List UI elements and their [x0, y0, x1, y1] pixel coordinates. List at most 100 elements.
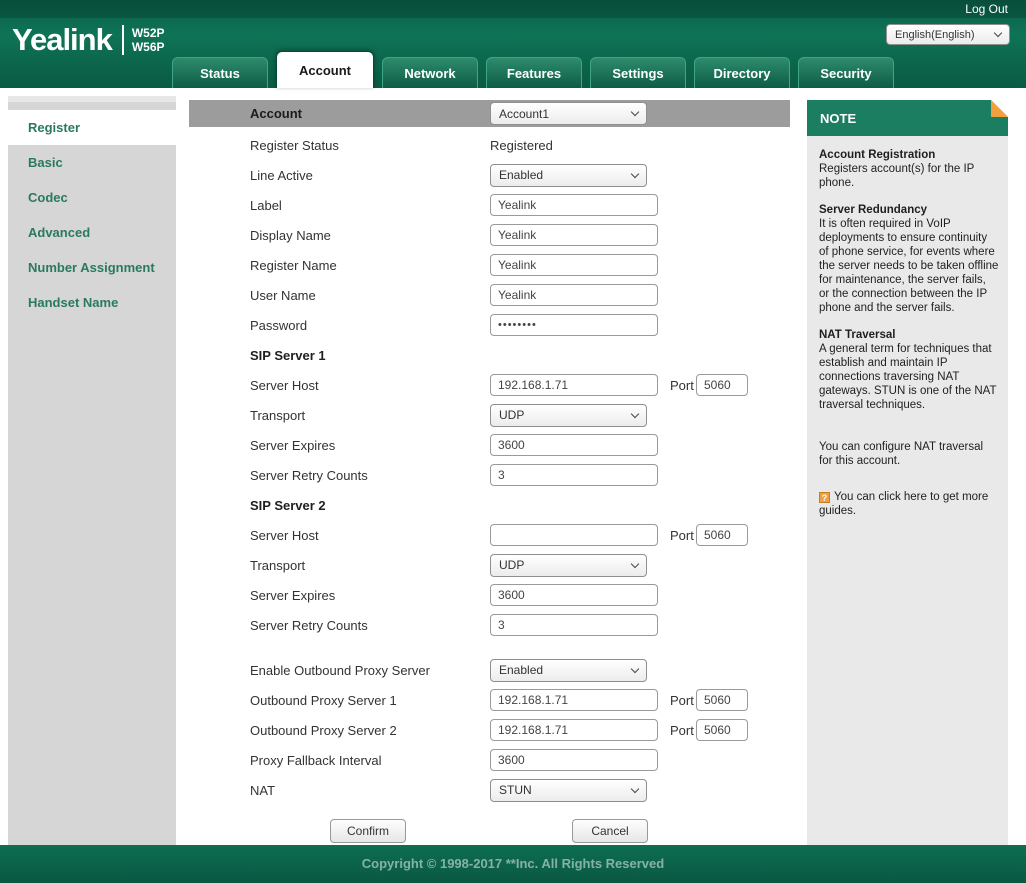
- transport-select-value: UDP: [499, 558, 524, 572]
- chevron-down-icon: [631, 664, 639, 672]
- line-active-select-value: Enabled: [499, 168, 543, 182]
- enable-outbound-proxy-server-select[interactable]: Enabled: [490, 659, 647, 682]
- server-retry-counts-input[interactable]: [490, 614, 658, 636]
- note-title: NOTE: [820, 111, 856, 126]
- server-retry-counts-input[interactable]: [490, 464, 658, 486]
- row-label: Transport: [250, 558, 485, 573]
- tab-status[interactable]: Status: [172, 57, 268, 88]
- form-row: SIP Server 2: [189, 490, 790, 520]
- transport-select[interactable]: UDP: [490, 404, 647, 427]
- enable-outbound-proxy-server-select-value: Enabled: [499, 663, 543, 677]
- note-section-title: NAT Traversal: [819, 328, 999, 342]
- cancel-button[interactable]: Cancel: [572, 819, 648, 843]
- server-expires-input[interactable]: [490, 584, 658, 606]
- row-label: Register Name: [250, 258, 485, 273]
- language-select[interactable]: English(English): [886, 24, 1010, 45]
- logo-divider: [122, 25, 124, 55]
- form-buttons: Confirm Cancel: [189, 819, 790, 845]
- note-section-title: Server Redundancy: [819, 203, 999, 217]
- form-row: Proxy Fallback Interval: [189, 745, 790, 775]
- yealink-logo: Yealink W52P W56P: [12, 22, 165, 58]
- server-host-input[interactable]: [490, 524, 658, 546]
- account-select[interactable]: Account1: [490, 102, 647, 125]
- nat-select[interactable]: STUN: [490, 779, 647, 802]
- chevron-down-icon: [631, 169, 639, 177]
- form-rows: Register StatusRegisteredLine ActiveEnab…: [189, 130, 790, 805]
- outbound-proxy-server-1-port-input[interactable]: [696, 689, 748, 711]
- chevron-down-icon: [994, 29, 1002, 37]
- tab-directory[interactable]: Directory: [694, 57, 790, 88]
- outbound-proxy-server-2-port-input[interactable]: [696, 719, 748, 741]
- port-label: Port: [670, 723, 694, 738]
- line-active-select[interactable]: Enabled: [490, 164, 647, 187]
- note-help-text: You can click here to get more guides.: [819, 491, 988, 517]
- tab-features[interactable]: Features: [486, 57, 582, 88]
- form-row: Transport UDP: [189, 400, 790, 430]
- register-status-value: Registered: [490, 138, 553, 153]
- sidebar-item-handset-name[interactable]: Handset Name: [8, 285, 176, 320]
- header: Log Out Yealink W52P W56P English(Englis…: [0, 0, 1026, 88]
- server-host-input[interactable]: [490, 374, 658, 396]
- logout-link[interactable]: Log Out: [965, 2, 1008, 16]
- row-label: Server Host: [250, 528, 485, 543]
- label-input[interactable]: [490, 194, 658, 216]
- chevron-down-icon: [631, 108, 639, 116]
- sidebar-item-number-assignment[interactable]: Number Assignment: [8, 250, 176, 285]
- row-label: Server Expires: [250, 588, 485, 603]
- tab-account[interactable]: Account: [276, 51, 374, 88]
- server-host-port-input[interactable]: [696, 524, 748, 546]
- server-expires-input[interactable]: [490, 434, 658, 456]
- form-row: Outbound Proxy Server 1Port: [189, 685, 790, 715]
- account-select-value: Account1: [499, 107, 549, 121]
- note-section: NAT TraversalA general term for techniqu…: [819, 328, 999, 412]
- sidebar-item-advanced[interactable]: Advanced: [8, 215, 176, 250]
- row-label: SIP Server 1: [250, 348, 485, 363]
- password-input[interactable]: [490, 314, 658, 336]
- form-row: SIP Server 1: [189, 340, 790, 370]
- help-icon[interactable]: ?: [819, 492, 830, 503]
- sidebar-item-codec[interactable]: Codec: [8, 180, 176, 215]
- folded-corner-cut: [991, 100, 1008, 117]
- tab-network[interactable]: Network: [382, 57, 478, 88]
- note-extra-text: You can configure NAT traversal for this…: [819, 440, 999, 468]
- top-strip: [0, 0, 1026, 18]
- transport-select[interactable]: UDP: [490, 554, 647, 577]
- row-label: Server Retry Counts: [250, 468, 485, 483]
- model-top: W52P: [132, 26, 165, 40]
- server-host-port-input[interactable]: [696, 374, 748, 396]
- row-label: Outbound Proxy Server 2: [250, 723, 485, 738]
- language-value: English(English): [895, 29, 974, 41]
- proxy-fallback-interval-input[interactable]: [490, 749, 658, 771]
- transport-select-value: UDP: [499, 408, 524, 422]
- row-label: Server Expires: [250, 438, 485, 453]
- outbound-proxy-server-2-input[interactable]: [490, 719, 658, 741]
- nat-select-value: STUN: [499, 783, 532, 797]
- note-body: Account RegistrationRegisters account(s)…: [807, 136, 1008, 845]
- row-label: Line Active: [250, 168, 485, 183]
- form-row: Label: [189, 190, 790, 220]
- account-header-label: Account: [250, 106, 302, 121]
- tab-security[interactable]: Security: [798, 57, 894, 88]
- tab-settings[interactable]: Settings: [590, 57, 686, 88]
- account-form: Account Account1 Register StatusRegister…: [189, 100, 790, 845]
- note-section-body: A general term for techniques that estab…: [819, 342, 999, 412]
- chevron-down-icon: [631, 409, 639, 417]
- port-label: Port: [670, 528, 694, 543]
- row-label: Transport: [250, 408, 485, 423]
- register-name-input[interactable]: [490, 254, 658, 276]
- confirm-button[interactable]: Confirm: [330, 819, 406, 843]
- sidebar-item-basic[interactable]: Basic: [8, 145, 176, 180]
- note-section-body: Registers account(s) for the IP phone.: [819, 162, 999, 190]
- form-row: Server Expires: [189, 430, 790, 460]
- form-row: NAT STUN: [189, 775, 790, 805]
- note-section: Server RedundancyIt is often required in…: [819, 203, 999, 315]
- port-label: Port: [670, 693, 694, 708]
- outbound-proxy-server-1-input[interactable]: [490, 689, 658, 711]
- row-label: Password: [250, 318, 485, 333]
- row-label: NAT: [250, 783, 485, 798]
- display-name-input[interactable]: [490, 224, 658, 246]
- brand-text: Yealink: [12, 22, 112, 58]
- sidebar-item-register[interactable]: Register: [8, 110, 176, 145]
- user-name-input[interactable]: [490, 284, 658, 306]
- model-labels: W52P W56P: [132, 26, 165, 54]
